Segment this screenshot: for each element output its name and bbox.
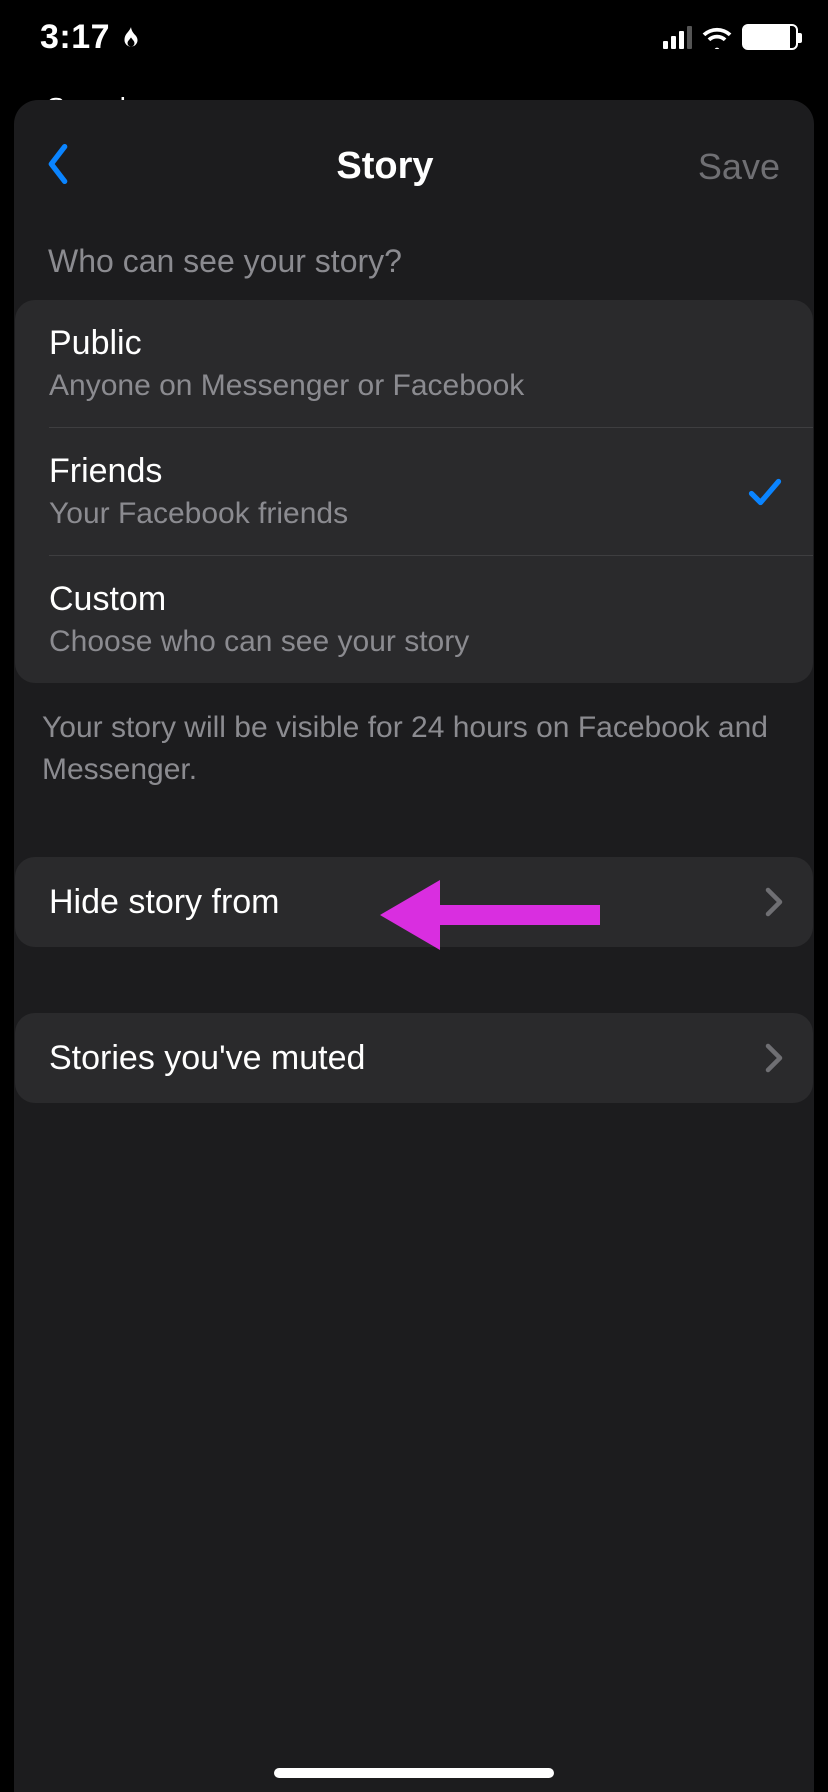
chevron-right-icon	[765, 1043, 783, 1073]
save-button[interactable]: Save	[698, 146, 780, 188]
status-left: 3:17	[40, 18, 144, 57]
option-custom[interactable]: Custom Choose who can see your story	[15, 556, 813, 683]
option-subtitle: Anyone on Messenger or Facebook	[49, 369, 524, 403]
section-header: Who can see your story?	[14, 223, 814, 300]
option-title: Custom	[49, 580, 469, 619]
nav-bar: Story Save	[14, 100, 814, 223]
audience-group: Public Anyone on Messenger or Facebook F…	[15, 300, 813, 683]
option-title: Public	[49, 324, 524, 363]
battery-icon	[742, 24, 798, 50]
option-subtitle: Choose who can see your story	[49, 625, 469, 659]
row-label: Stories you've muted	[49, 1039, 365, 1078]
muted-stories-row[interactable]: Stories you've muted	[15, 1013, 813, 1103]
home-indicator[interactable]	[274, 1768, 554, 1778]
hide-story-row[interactable]: Hide story from	[15, 857, 813, 947]
row-label: Hide story from	[49, 883, 280, 922]
option-title: Friends	[49, 452, 348, 491]
muted-stories-group: Stories you've muted	[15, 1013, 813, 1103]
option-public[interactable]: Public Anyone on Messenger or Facebook	[15, 300, 813, 427]
option-friends[interactable]: Friends Your Facebook friends	[15, 428, 813, 555]
footer-note: Your story will be visible for 24 hours …	[14, 683, 814, 791]
settings-sheet: Story Save Who can see your story? Publi…	[14, 100, 814, 1792]
status-bar: 3:17	[0, 0, 828, 88]
chevron-right-icon	[765, 887, 783, 917]
status-right	[663, 24, 798, 50]
check-icon	[747, 474, 783, 510]
chevron-left-icon	[44, 144, 72, 184]
back-button[interactable]	[44, 144, 72, 189]
option-subtitle: Your Facebook friends	[49, 497, 348, 531]
flame-icon	[118, 23, 144, 53]
page-title: Story	[336, 145, 433, 188]
hide-story-group: Hide story from	[15, 857, 813, 947]
status-time: 3:17	[40, 18, 110, 57]
wifi-icon	[702, 25, 732, 49]
cellular-icon	[663, 25, 692, 49]
